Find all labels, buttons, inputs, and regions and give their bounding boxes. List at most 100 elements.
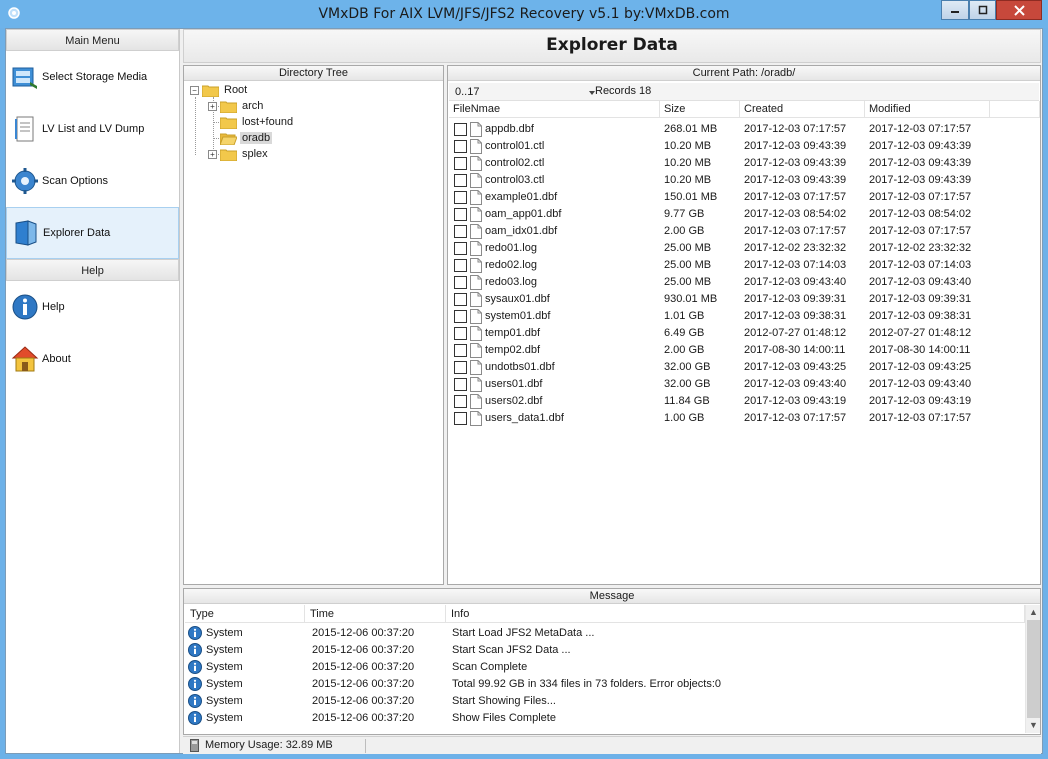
column-header-info[interactable]: Info <box>446 605 1025 623</box>
file-size: 32.00 GB <box>664 378 711 390</box>
file-name: redo02.log <box>485 259 537 271</box>
file-row[interactable]: system01.dbf 1.01 GB 2017-12-03 09:38:31 20… <box>454 308 1039 325</box>
message-row[interactable]: System 2015-12-06 00:37:20 Scan Complete <box>186 659 1024 676</box>
message-row[interactable]: System 2015-12-06 00:37:20 Start Scan JFS2… <box>186 642 1024 659</box>
file-row[interactable]: control01.ctl 10.20 MB 2017-12-03 09:43:39… <box>454 138 1039 155</box>
file-row[interactable]: oam_app01.dbf 9.77 GB 2017-12-03 08:54:02 2… <box>454 206 1039 223</box>
file-name: sysaux01.dbf <box>485 293 550 305</box>
tree-node-root[interactable]: − Root <box>190 82 249 98</box>
file-row[interactable]: sysaux01.dbf 930.01 MB 2017-12-03 09:39:31… <box>454 291 1039 308</box>
column-header-time[interactable]: Time <box>305 605 446 623</box>
info-icon <box>188 643 202 657</box>
column-header-modified[interactable]: Modified <box>865 101 990 118</box>
message-row[interactable]: System 2015-12-06 00:37:20 Show Files Comp… <box>186 710 1024 727</box>
range-select[interactable]: 0..17 <box>455 84 595 100</box>
file-row[interactable]: appdb.dbf 268.01 MB 2017-12-03 07:17:57 201… <box>454 121 1039 138</box>
message-row[interactable]: System 2015-12-06 00:37:20 Start Load JFS2… <box>186 625 1024 642</box>
menu-item-lv-list[interactable]: LV List and LV Dump <box>6 103 179 155</box>
file-checkbox[interactable] <box>454 123 467 136</box>
tree-node-label: arch <box>242 100 264 112</box>
file-created: 2017-12-03 09:38:31 <box>744 310 847 322</box>
message-info: Show Files Complete <box>452 712 556 724</box>
file-row[interactable]: redo01.log 25.00 MB 2017-12-02 23:32:32 201… <box>454 240 1039 257</box>
column-header-size[interactable]: Size <box>660 101 740 118</box>
file-checkbox[interactable] <box>454 310 467 323</box>
file-checkbox[interactable] <box>454 276 467 289</box>
file-checkbox[interactable] <box>454 140 467 153</box>
message-time: 2015-12-06 00:37:20 <box>312 695 415 707</box>
tree-node-arch[interactable]: + arch <box>208 98 265 114</box>
file-checkbox[interactable] <box>454 191 467 204</box>
file-row[interactable]: temp01.dbf 6.49 GB 2012-07-27 01:48:12 2012… <box>454 325 1039 342</box>
file-checkbox[interactable] <box>454 259 467 272</box>
file-checkbox[interactable] <box>454 293 467 306</box>
menu-item-scan-options[interactable]: Scan Options <box>6 155 179 207</box>
file-created: 2012-07-27 01:48:12 <box>744 327 847 339</box>
file-row[interactable]: users02.dbf 11.84 GB 2017-12-03 09:43:19 20… <box>454 393 1039 410</box>
column-header-type[interactable]: Type <box>185 605 305 623</box>
file-checkbox[interactable] <box>454 412 467 425</box>
file-row[interactable]: example01.dbf 150.01 MB 2017-12-03 07:17:5… <box>454 189 1039 206</box>
close-button[interactable] <box>996 0 1042 20</box>
file-icon <box>470 224 482 239</box>
file-created: 2017-12-03 07:17:57 <box>744 123 847 135</box>
file-checkbox[interactable] <box>454 327 467 340</box>
file-created: 2017-12-03 08:54:02 <box>744 208 847 220</box>
info-icon <box>188 660 202 674</box>
menu-item-explorer-data[interactable]: Explorer Data <box>6 207 179 259</box>
menu-item-label: Select Storage Media <box>42 71 148 83</box>
menu-item-help[interactable]: Help <box>6 281 179 333</box>
file-icon <box>470 394 482 409</box>
expand-icon[interactable]: + <box>208 149 217 159</box>
info-icon <box>188 677 202 691</box>
file-size: 25.00 MB <box>664 242 712 254</box>
file-checkbox[interactable] <box>454 242 467 255</box>
menu-item-select-storage-media[interactable]: Select Storage Media <box>6 51 179 103</box>
file-row[interactable]: redo02.log 25.00 MB 2017-12-03 07:14:03 201… <box>454 257 1039 274</box>
expand-icon[interactable]: + <box>208 101 217 111</box>
file-checkbox[interactable] <box>454 361 467 374</box>
window-title: VMxDB For AIX LVM/JFS/JFS2 Recovery v5.1… <box>318 6 730 22</box>
file-created: 2017-12-03 07:17:57 <box>744 191 847 203</box>
file-size: 268.01 MB <box>664 123 718 135</box>
tree-node-oradb[interactable]: oradb <box>220 130 273 146</box>
page-title: Explorer Data <box>183 29 1041 63</box>
file-icon <box>470 275 482 290</box>
scroll-up-icon[interactable]: ▲ <box>1029 607 1038 617</box>
status-divider <box>365 739 366 753</box>
scrollbar-thumb[interactable] <box>1027 620 1040 718</box>
collapse-icon[interactable]: − <box>190 85 199 95</box>
file-checkbox[interactable] <box>454 378 467 391</box>
file-checkbox[interactable] <box>454 174 467 187</box>
file-row[interactable]: undotbs01.dbf 32.00 GB 2017-12-03 09:43:25… <box>454 359 1039 376</box>
file-checkbox[interactable] <box>454 225 467 238</box>
scroll-down-icon[interactable]: ▼ <box>1029 720 1038 730</box>
minimize-button[interactable] <box>941 0 969 20</box>
message-scrollbar[interactable]: ▲ ▼ <box>1025 605 1040 733</box>
file-checkbox[interactable] <box>454 344 467 357</box>
file-row[interactable]: redo03.log 25.00 MB 2017-12-03 09:43:40 201… <box>454 274 1039 291</box>
file-row[interactable]: oam_idx01.dbf 2.00 GB 2017-12-03 07:17:57 2… <box>454 223 1039 240</box>
file-icon <box>470 292 482 307</box>
column-header-filename[interactable]: FileNmae <box>449 101 660 118</box>
file-created: 2017-12-02 23:32:32 <box>744 242 847 254</box>
file-checkbox[interactable] <box>454 395 467 408</box>
message-info: Start Showing Files... <box>452 695 556 707</box>
file-size: 1.00 GB <box>664 412 705 424</box>
message-row[interactable]: System 2015-12-06 00:37:20 Total 99.92 GB … <box>186 676 1024 693</box>
file-row[interactable]: temp02.dbf 2.00 GB 2017-08-30 14:00:11 2017… <box>454 342 1039 359</box>
file-checkbox[interactable] <box>454 157 467 170</box>
file-row[interactable]: users01.dbf 32.00 GB 2017-12-03 09:43:40 20… <box>454 376 1039 393</box>
tree-node-splex[interactable]: + splex <box>208 146 270 162</box>
message-row[interactable]: System 2015-12-06 00:37:20 Start Showing F… <box>186 693 1024 710</box>
file-row[interactable]: control03.ctl 10.20 MB 2017-12-03 09:43:39… <box>454 172 1039 189</box>
file-row[interactable]: users_data1.dbf 1.00 GB 2017-12-03 07:17:5… <box>454 410 1039 427</box>
file-icon <box>470 343 482 358</box>
menu-item-about[interactable]: About <box>6 333 179 385</box>
column-header-created[interactable]: Created <box>740 101 865 118</box>
tree-node-lost-found[interactable]: lost+found <box>220 114 295 130</box>
file-row[interactable]: control02.ctl 10.20 MB 2017-12-03 09:43:39… <box>454 155 1039 172</box>
file-checkbox[interactable] <box>454 208 467 221</box>
maximize-button[interactable] <box>969 0 996 20</box>
file-name: users_data1.dbf <box>485 412 564 424</box>
